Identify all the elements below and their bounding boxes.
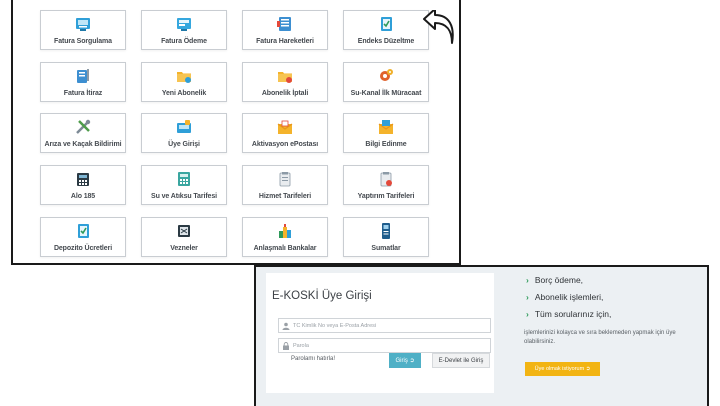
- lock-icon: [283, 342, 289, 350]
- user-icon: [282, 322, 290, 330]
- service-tariffs-icon: [279, 172, 291, 187]
- tile-yeni-abonelik[interactable]: Yeni Abonelik: [141, 62, 227, 102]
- water-channel-application-icon: [380, 69, 393, 81]
- tile-uye-girisi[interactable]: Üye Girişi: [141, 113, 227, 153]
- id-field[interactable]: [278, 318, 491, 333]
- membership-description: işlemlerinizi kolayca ve sıra beklemeden…: [524, 330, 676, 345]
- information-request-icon: [378, 120, 394, 134]
- login-title: E-KOSKİ Üye Girişi: [272, 290, 372, 302]
- cashier-icon: [178, 225, 190, 237]
- benefit-text: Tüm sorularınız için,: [534, 309, 612, 319]
- chevron-right-icon: ›: [526, 309, 529, 319]
- sumatic-device-icon: [382, 223, 390, 239]
- invoice-query-icon: [76, 18, 90, 31]
- tile-endeks-duzeltme[interactable]: Endeks Düzeltme: [343, 10, 429, 50]
- member-login-icon: [177, 120, 191, 133]
- tile-fatura-hareketleri[interactable]: Fatura Hareketleri: [242, 10, 328, 50]
- tile-label: Endeks Düzeltme: [357, 38, 415, 45]
- tile-label: Su-Kanal İlk Müracaat: [350, 90, 422, 97]
- login-panel: E-KOSKİ Üye Girişi Parolamı hatırla! Gir…: [254, 265, 709, 406]
- invoice-objection-icon: [77, 69, 89, 83]
- benefit-item: › Tüm sorularınız için,: [526, 309, 611, 319]
- login-card: E-KOSKİ Üye Girişi Parolamı hatırla! Gir…: [266, 273, 494, 393]
- benefit-text: Borç ödeme,: [534, 275, 584, 285]
- tile-label: Yaptırım Tarifeleri: [357, 193, 415, 200]
- tile-sumatlar[interactable]: Sumatlar: [343, 217, 429, 257]
- calculator-icon: [178, 172, 190, 186]
- id-input[interactable]: [293, 319, 488, 332]
- edevlet-login-button[interactable]: E-Devlet ile Giriş: [432, 353, 490, 368]
- new-subscription-icon: [177, 72, 191, 83]
- tile-label: Fatura Sorgulama: [54, 38, 112, 45]
- activation-email-icon: [277, 120, 293, 134]
- tile-label: Alo 185: [70, 193, 96, 200]
- tile-label: Fatura Ödeme: [161, 38, 207, 45]
- password-field[interactable]: [278, 338, 491, 353]
- phone-icon: [77, 173, 89, 186]
- meter-correction-icon: [381, 17, 392, 31]
- chevron-right-icon: ›: [526, 292, 529, 302]
- invoice-movements-icon: [277, 17, 291, 31]
- tile-fatura-odeme[interactable]: Fatura Ödeme: [141, 10, 227, 50]
- tile-aktivasyon-epostasi[interactable]: Aktivasyon ePostası: [242, 113, 328, 153]
- login-button[interactable]: Giriş ➲: [389, 353, 421, 368]
- tile-label: Fatura Hareketleri: [256, 38, 314, 45]
- tile-label: Abonelik İptali: [261, 90, 309, 97]
- tile-abonelik-iptali[interactable]: Abonelik İptali: [242, 62, 328, 102]
- tile-su-kanal-ilk-muracaat[interactable]: Su-Kanal İlk Müracaat: [343, 62, 429, 102]
- tile-ariza-ve-kacak-bildirimi[interactable]: Arıza ve Kaçak Bildirimi: [40, 113, 126, 153]
- tile-fatura-sorgulama[interactable]: Fatura Sorgulama: [40, 10, 126, 50]
- password-input[interactable]: [293, 339, 488, 352]
- tile-label: Fatura İtiraz: [63, 90, 103, 97]
- tile-label: Yeni Abonelik: [161, 90, 207, 97]
- benefit-item: › Abonelik işlemleri,: [526, 292, 603, 302]
- deposit-fees-icon: [78, 224, 89, 238]
- tile-depozito-ucretleri[interactable]: Depozito Ücretleri: [40, 217, 126, 257]
- tile-su-ve-atiksu-tarifesi[interactable]: Su ve Atıksu Tarifesi: [141, 165, 227, 205]
- tile-alo-185[interactable]: Alo 185: [40, 165, 126, 205]
- benefit-text: Abonelik işlemleri,: [534, 292, 604, 302]
- tile-yaptirim-tarifeleri[interactable]: Yaptırım Tarifeleri: [343, 165, 429, 205]
- tile-label: Aktivasyon ePostası: [251, 141, 319, 148]
- tile-bilgi-edinme[interactable]: Bilgi Edinme: [343, 113, 429, 153]
- subscription-cancel-icon: [278, 72, 292, 83]
- register-button[interactable]: Üye olmak istiyorum ➲: [525, 362, 600, 376]
- tile-anlasmali-bankalar[interactable]: Anlaşmalı Bankalar: [242, 217, 328, 257]
- remember-password-link[interactable]: Parolamı hatırla!: [291, 356, 335, 362]
- tile-label: Vezneler: [170, 245, 198, 252]
- tile-label: Bilgi Edinme: [365, 141, 407, 148]
- fault-report-icon: [76, 119, 91, 134]
- invoice-payment-icon: [177, 18, 191, 31]
- curved-arrow-icon: [423, 10, 454, 44]
- tile-label: Depozito Ücretleri: [53, 245, 113, 252]
- tile-vezneler[interactable]: Vezneler: [141, 217, 227, 257]
- tile-label: Hizmet Tarifeleri: [258, 193, 312, 200]
- benefit-item: › Borç ödeme,: [526, 275, 583, 285]
- contracted-banks-icon: [279, 224, 291, 238]
- tile-fatura-itiraz[interactable]: Fatura İtiraz: [40, 62, 126, 102]
- tile-label: Arıza ve Kaçak Bildirimi: [44, 141, 122, 148]
- tile-hizmet-tarifeleri[interactable]: Hizmet Tarifeleri: [242, 165, 328, 205]
- chevron-right-icon: ›: [526, 275, 529, 285]
- services-panel: Fatura Sorgulama Fatura Ödeme Fatura Har…: [11, 0, 461, 265]
- tile-label: Anlaşmalı Bankalar: [253, 245, 317, 252]
- tile-label: Üye Girişi: [168, 141, 200, 148]
- sanction-tariffs-icon: [380, 172, 392, 187]
- tile-label: Su ve Atıksu Tarifesi: [151, 193, 217, 200]
- tile-label: Sumatlar: [371, 245, 401, 252]
